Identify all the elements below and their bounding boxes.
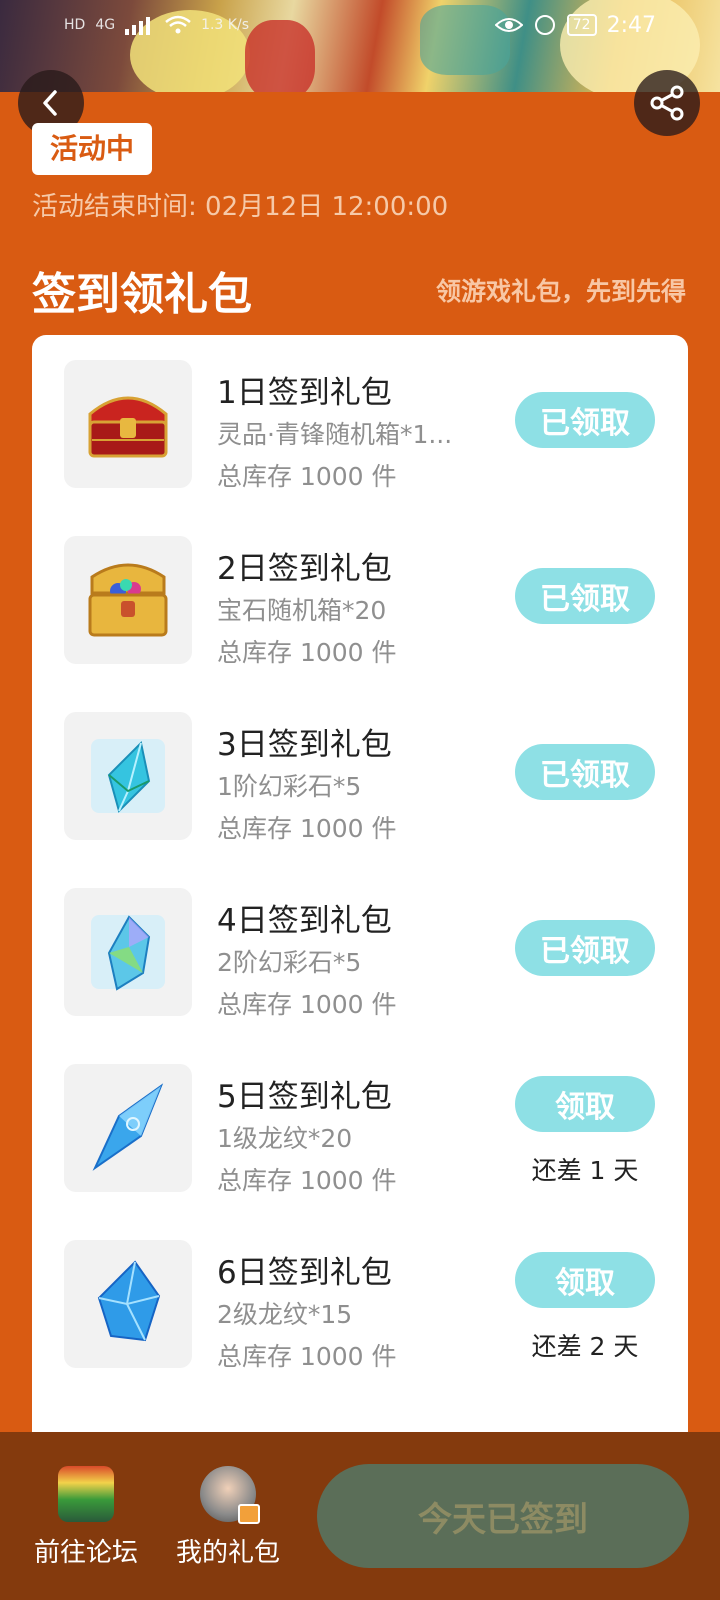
gift-stock: 总库存 1000 件 [217, 462, 397, 491]
gift-name: 3日签到礼包 [217, 727, 392, 763]
gift-stock: 总库存 1000 件 [217, 638, 397, 667]
claimed-button[interactable]: 已领取 [515, 392, 655, 448]
section-subtitle: 领游戏礼包，先到先得 [435, 277, 686, 306]
gift-item: 1日签到礼包 灵品·青锋随机箱*1... 总库存 1000 件 已领取 [32, 335, 688, 491]
claim-button[interactable]: 领取 [515, 1076, 655, 1132]
my-gift-button[interactable]: 我的礼包 [168, 1466, 288, 1569]
gift-item: 2日签到礼包 宝石随机箱*20 总库存 1000 件 已领取 [32, 511, 688, 667]
gift-name: 2日签到礼包 [217, 551, 392, 587]
claimed-button[interactable]: 已领取 [515, 744, 655, 800]
gift-description: 2级龙纹*15 [217, 1300, 353, 1329]
claimed-button[interactable]: 已领取 [515, 568, 655, 624]
gift-stock: 总库存 1000 件 [217, 814, 397, 843]
gift-description: 1阶幻彩石*5 [217, 772, 362, 801]
chat-icon [534, 15, 555, 35]
gift-list: 1日签到礼包 灵品·青锋随机箱*1... 总库存 1000 件 已领取 2日签到… [32, 335, 688, 1455]
bottom-bar: 前往论坛 我的礼包 今天已签到 [0, 1432, 720, 1600]
signal-icon [125, 17, 151, 35]
my-gift-label: 我的礼包 [175, 1538, 280, 1568]
section-title: 签到领礼包 [32, 269, 252, 320]
gift-name: 6日签到礼包 [217, 1255, 392, 1291]
gift-thumbnail [64, 360, 192, 488]
gift-description: 灵品·青锋随机箱*1... [217, 420, 453, 449]
gift-name: 1日签到礼包 [217, 375, 392, 411]
share-button[interactable] [634, 70, 700, 136]
gift-name: 5日签到礼包 [217, 1079, 392, 1115]
blue-shard-icon [92, 1083, 164, 1171]
user-avatar-icon [200, 1466, 260, 1524]
gift-description: 2阶幻彩石*5 [217, 948, 362, 977]
clock-time: 2:47 [606, 12, 656, 38]
claimed-button[interactable]: 已领取 [515, 920, 655, 976]
gift-item: 5日签到礼包 1级龙纹*20 总库存 1000 件 领取 还差 1 天 [32, 1039, 688, 1195]
share-icon [650, 85, 684, 121]
gift-item: 3日签到礼包 1阶幻彩石*5 总库存 1000 件 已领取 [32, 687, 688, 843]
gift-thumbnail [64, 1240, 192, 1368]
gold-chest-icon [88, 563, 168, 637]
battery-indicator: 72 [566, 14, 597, 36]
days-remaining: 还差 2 天 [531, 1332, 639, 1361]
gift-thumbnail [64, 536, 192, 664]
eye-icon [494, 18, 523, 32]
gift-thumbnail [64, 1064, 192, 1192]
chevron-left-icon [43, 90, 57, 116]
status-badge: 活动中 [32, 123, 153, 175]
network-type: HD [64, 17, 86, 33]
gift-box-icon [238, 1504, 260, 1524]
signal-type: 4G [95, 17, 116, 33]
gift-description: 宝石随机箱*20 [217, 596, 387, 625]
forum-button[interactable]: 前往论坛 [26, 1466, 146, 1569]
rainbow-crystal-icon [91, 915, 165, 991]
crystal-icon [91, 739, 165, 813]
game-avatar-icon [58, 1466, 114, 1522]
blue-gem-icon [97, 1260, 161, 1342]
gift-stock: 总库存 1000 件 [217, 990, 397, 1019]
signed-in-today-button[interactable]: 今天已签到 [317, 1464, 689, 1568]
gift-stock: 总库存 1000 件 [217, 1166, 397, 1195]
gift-item: 6日签到礼包 2级龙纹*15 总库存 1000 件 领取 还差 2 天 [32, 1215, 688, 1371]
activity-end-time: 活动结束时间: 02月12日 12:00:00 [32, 192, 449, 222]
red-chest-icon [88, 396, 168, 458]
gift-name: 4日签到礼包 [217, 903, 392, 939]
gift-item: 4日签到礼包 2阶幻彩石*5 总库存 1000 件 已领取 [32, 863, 688, 1019]
gift-description: 1级龙纹*20 [217, 1124, 353, 1153]
wifi-icon [165, 15, 191, 34]
gift-thumbnail [64, 888, 192, 1016]
forum-label: 前往论坛 [33, 1538, 138, 1568]
gift-thumbnail [64, 712, 192, 840]
status-bar: HD 4G 1.3 K/s 72 2:47 [0, 0, 720, 50]
claim-button[interactable]: 领取 [515, 1252, 655, 1308]
days-remaining: 还差 1 天 [531, 1156, 639, 1185]
network-speed: 1.3 K/s [201, 17, 249, 33]
gift-stock: 总库存 1000 件 [217, 1342, 397, 1371]
